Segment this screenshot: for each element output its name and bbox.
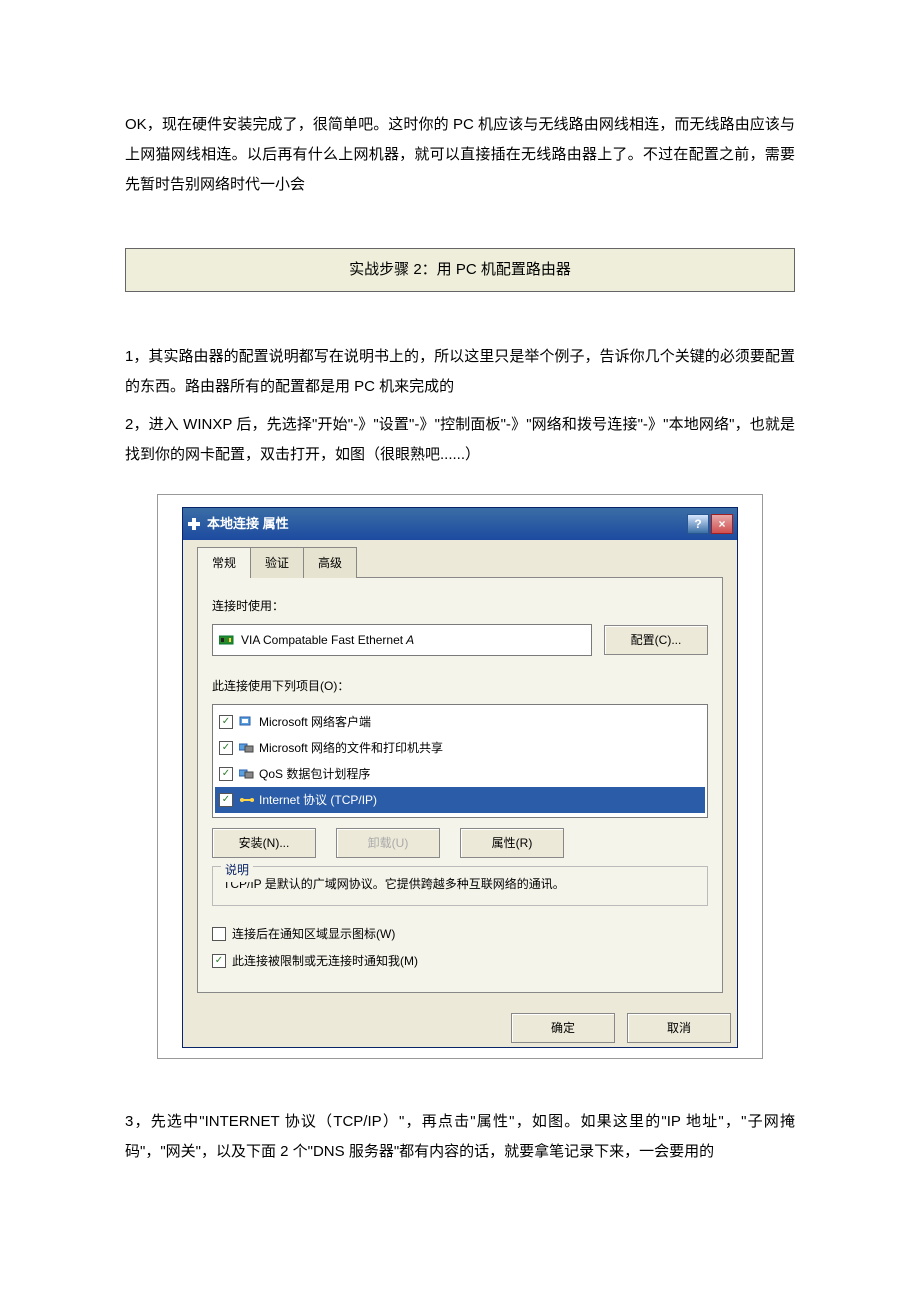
items-listbox[interactable]: ✓ Microsoft 网络客户端 ✓ [212,704,708,818]
items-label: 此连接使用下列项目(O)： [212,674,708,698]
help-button[interactable]: ? [687,514,709,534]
connection-icon [187,517,201,531]
item-label: QoS 数据包计划程序 [259,762,370,786]
cancel-button[interactable]: 取消 [627,1013,731,1043]
tab-advanced[interactable]: 高级 [304,547,357,578]
connect-using-label: 连接时使用： [212,594,708,618]
list-item[interactable]: ✓ Microsoft 网络的文件和打印机共享 [215,735,705,761]
checkbox-icon[interactable]: ✓ [212,954,226,968]
paragraph-1: 1，其实路由器的配置说明都写在说明书上的，所以这里只是举个例子，告诉你几个关键的… [125,342,795,402]
dialog-footer: 确定 取消 [183,1003,737,1047]
adapter-suffix: A [406,628,414,652]
general-panel: 连接时使用： VIA Compatable Fast Ethernet [197,577,723,993]
checkbox-icon[interactable]: ✓ [219,715,233,729]
item-label: Microsoft 网络客户端 [259,710,371,734]
close-button[interactable]: × [711,514,733,534]
list-item[interactable]: ✓ QoS 数据包计划程序 [215,761,705,787]
paragraph-2: 2，进入 WINXP 后，先选择"开始"-》"设置"-》"控制面板"-》"网络和… [125,410,795,470]
ok-button[interactable]: 确定 [511,1013,615,1043]
show-icon-label: 连接后在通知区域显示图标(W) [232,922,395,946]
notify-label: 此连接被限制或无连接时通知我(M) [232,949,418,973]
adapter-field: VIA Compatable Fast Ethernet A [212,624,592,656]
notify-row[interactable]: ✓ 此连接被限制或无连接时通知我(M) [212,949,708,973]
intro-paragraph: OK，现在硬件安装完成了，很简单吧。这时你的 PC 机应该与无线路由网线相连，而… [125,110,795,200]
checkbox-icon[interactable]: ✓ [219,767,233,781]
description-legend: 说明 [221,858,253,882]
uninstall-button: 卸载(U) [336,828,440,858]
dialog-title: 本地连接 属性 [207,511,289,537]
title-bar[interactable]: 本地连接 属性 ? × [183,508,737,540]
checkbox-icon[interactable]: ✓ [219,741,233,755]
adapter-name: VIA Compatable Fast Ethernet [241,628,403,652]
tab-strip: 常规 验证 高级 [197,546,723,577]
checkbox-icon[interactable]: ✓ [219,793,233,807]
checkbox-icon[interactable] [212,927,226,941]
show-icon-row[interactable]: 连接后在通知区域显示图标(W) [212,922,708,946]
item-label: Internet 协议 (TCP/IP) [259,788,377,812]
tab-general[interactable]: 常规 [197,547,251,578]
client-icon [239,715,255,729]
description-text: TCP/IP 是默认的广域网协议。它提供跨越多种互联网络的通讯。 [223,875,697,893]
paragraph-3: 3，先选中"INTERNET 协议（TCP/IP）"，再点击"属性"，如图。如果… [125,1107,795,1167]
properties-dialog: 本地连接 属性 ? × 常规 验证 高级 连接时使用： [182,507,738,1048]
configure-button[interactable]: 配置(C)... [604,625,708,655]
list-item-selected[interactable]: ✓ Internet 协议 (TCP/IP) [215,787,705,813]
step-box: 实战步骤 2：用 PC 机配置路由器 [125,248,795,292]
list-item[interactable]: ✓ Microsoft 网络客户端 [215,709,705,735]
protocol-icon [239,793,255,807]
qos-icon [239,767,255,781]
item-label: Microsoft 网络的文件和打印机共享 [259,736,443,760]
properties-button[interactable]: 属性(R) [460,828,564,858]
install-button[interactable]: 安装(N)... [212,828,316,858]
nic-icon [219,634,235,646]
service-icon [239,741,255,755]
dialog-screenshot-frame: 本地连接 属性 ? × 常规 验证 高级 连接时使用： [157,494,763,1059]
tab-auth[interactable]: 验证 [251,547,304,578]
description-group: 说明 TCP/IP 是默认的广域网协议。它提供跨越多种互联网络的通讯。 [212,866,708,906]
